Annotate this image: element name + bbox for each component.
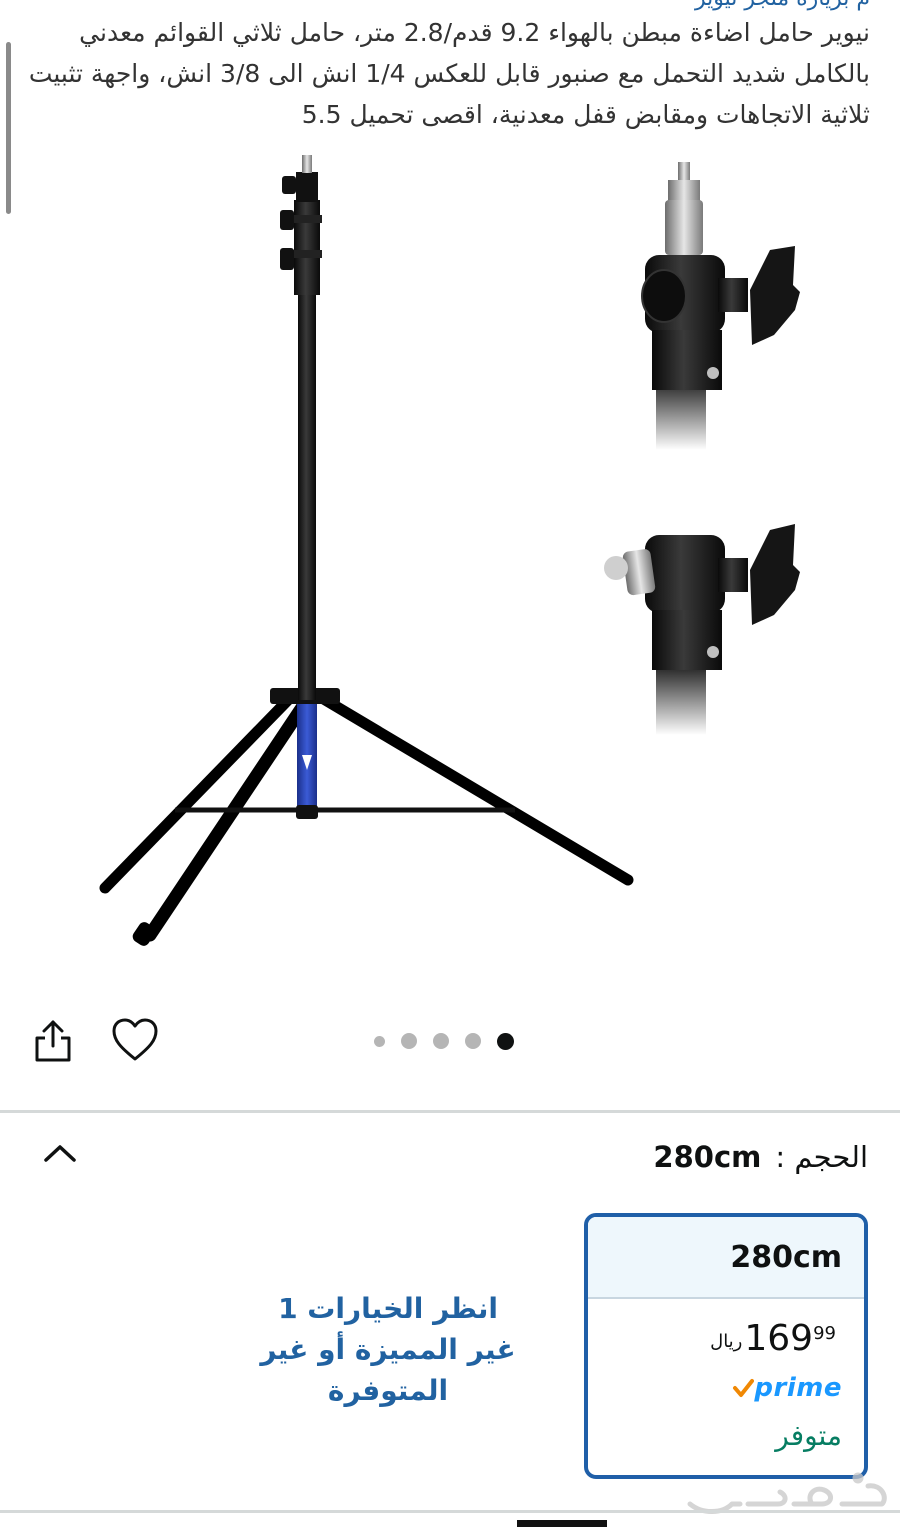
share-icon[interactable] bbox=[30, 1018, 76, 1064]
price-fraction: 99 bbox=[813, 1323, 836, 1344]
availability-status: متوفر bbox=[775, 1419, 842, 1452]
product-image[interactable] bbox=[0, 140, 900, 990]
prime-badge: prime bbox=[732, 1373, 842, 1403]
size-selected-value: 280cm bbox=[653, 1140, 762, 1174]
section-divider bbox=[0, 1110, 900, 1113]
prime-label: prime bbox=[754, 1373, 842, 1403]
heart-icon[interactable] bbox=[110, 1016, 160, 1064]
prime-check-icon bbox=[733, 1379, 755, 1397]
option-title: 280cm bbox=[588, 1217, 864, 1299]
product-page: م بزيارة متجر نيوير نيوير حامل اضاءة مبط… bbox=[0, 0, 900, 1527]
option-price: ريال 169 99 bbox=[710, 1317, 836, 1361]
carousel-dot[interactable] bbox=[465, 1033, 481, 1049]
spigot-closeup-reversed bbox=[604, 524, 800, 735]
carousel-dot[interactable] bbox=[374, 1035, 385, 1047]
light-stand bbox=[99, 155, 634, 946]
carousel-dot[interactable] bbox=[401, 1033, 417, 1049]
price-whole: 169 bbox=[744, 1318, 814, 1359]
see-unavailable-options-link[interactable]: انظر الخيارات 1 غير المميزة أو غير المتو… bbox=[250, 1288, 526, 1411]
carousel-dot[interactable] bbox=[433, 1033, 449, 1049]
brand-store-link[interactable]: م بزيارة متجر نيوير bbox=[695, 0, 870, 11]
spigot-closeup-top bbox=[641, 162, 800, 450]
size-selector[interactable]: الحجم : 280cm bbox=[653, 1140, 868, 1174]
price-currency: ريال bbox=[710, 1331, 743, 1352]
bottom-divider bbox=[0, 1510, 900, 1513]
size-label: الحجم : bbox=[775, 1140, 868, 1174]
image-carousel-dots[interactable] bbox=[374, 1031, 514, 1051]
home-indicator[interactable] bbox=[517, 1520, 607, 1527]
product-title: نيوير حامل اضاءة مبطن بالهواء 9.2 قدم/2.… bbox=[28, 18, 870, 129]
size-option-card[interactable]: 280cm ريال 169 99 prime متوفر bbox=[584, 1213, 868, 1479]
carousel-dot-active[interactable] bbox=[497, 1032, 514, 1050]
chevron-up-icon[interactable] bbox=[40, 1138, 80, 1168]
